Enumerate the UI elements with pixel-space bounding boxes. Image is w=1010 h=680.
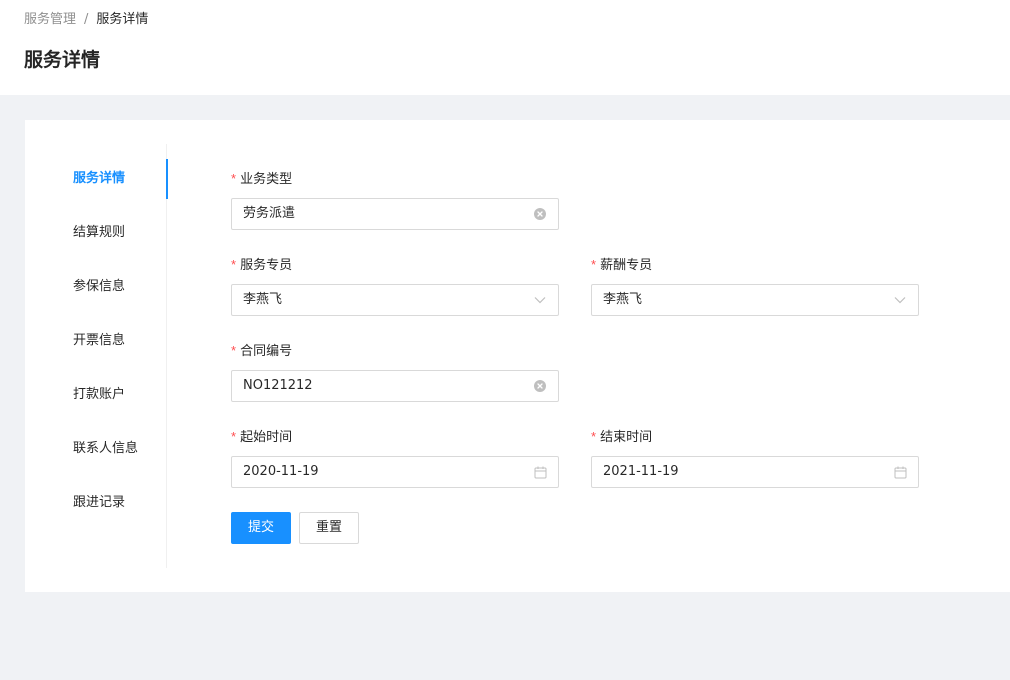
submit-button[interactable]: 提交 — [231, 512, 291, 544]
required-mark: * — [231, 343, 237, 358]
nav-item-payment-account[interactable]: 打款账户 — [25, 375, 167, 415]
start-time-picker[interactable]: 2020-11-19 — [231, 456, 559, 488]
service-specialist-label: * 服务专员 — [231, 257, 293, 273]
end-time-picker[interactable]: 2021-11-19 — [591, 456, 919, 488]
calendar-icon — [893, 457, 907, 487]
business-type-input[interactable]: 劳务派遣 — [231, 198, 559, 230]
contract-no-label: * 合同编号 — [231, 343, 293, 359]
service-specialist-select[interactable]: 李燕飞 — [231, 284, 559, 316]
page-title: 服务详情 — [24, 49, 101, 71]
end-time-label: * 结束时间 — [591, 429, 653, 445]
breadcrumb-separator: / — [84, 12, 89, 27]
breadcrumb-current: 服务详情 — [96, 12, 149, 27]
contract-no-input[interactable]: NO121212 — [231, 370, 559, 402]
nav-item-contact-info[interactable]: 联系人信息 — [25, 429, 167, 469]
required-mark: * — [231, 257, 237, 272]
nav-item-follow-up-records[interactable]: 跟进记录 — [25, 483, 167, 523]
breadcrumb-parent-link[interactable]: 服务管理 — [24, 12, 76, 27]
required-mark: * — [591, 429, 597, 444]
page-header: 服务管理 / 服务详情 服务详情 — [0, 0, 1010, 95]
salary-specialist-select[interactable]: 李燕飞 — [591, 284, 919, 316]
chevron-down-icon — [893, 285, 907, 315]
salary-specialist-label: * 薪酬专员 — [591, 257, 653, 273]
required-mark: * — [591, 257, 597, 272]
required-mark: * — [231, 171, 237, 186]
required-mark: * — [231, 429, 237, 444]
clear-icon[interactable] — [533, 371, 547, 401]
nav-item-insurance-info[interactable]: 参保信息 — [25, 267, 167, 307]
clear-icon[interactable] — [533, 199, 547, 229]
nav-item-service-details[interactable]: 服务详情 — [25, 159, 168, 199]
breadcrumb: 服务管理 / 服务详情 — [24, 11, 148, 29]
nav-item-invoice-info[interactable]: 开票信息 — [25, 321, 167, 361]
chevron-down-icon — [533, 285, 547, 315]
nav-item-settlement-rules[interactable]: 结算规则 — [25, 213, 167, 253]
business-type-label: * 业务类型 — [231, 171, 293, 187]
start-time-label: * 起始时间 — [231, 429, 293, 445]
reset-button[interactable]: 重置 — [299, 512, 359, 544]
content-card: 服务详情 结算规则 参保信息 开票信息 打款账户 联系人信息 跟进记录 * 业务类… — [25, 120, 1010, 592]
side-nav: 服务详情 结算规则 参保信息 开票信息 打款账户 联系人信息 跟进记录 — [25, 144, 168, 568]
calendar-icon — [533, 457, 547, 487]
